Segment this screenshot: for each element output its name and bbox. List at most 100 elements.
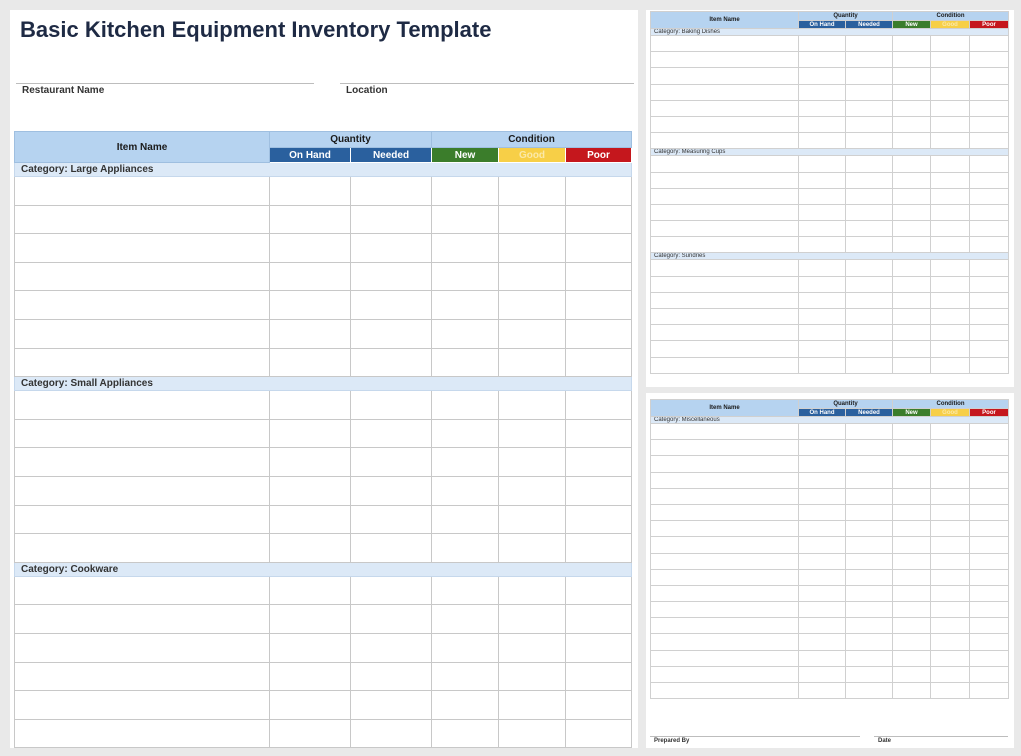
entry-cell[interactable] [930, 275, 970, 293]
entry-cell[interactable] [930, 633, 970, 651]
entry-cell[interactable] [845, 203, 893, 222]
entry-cell[interactable] [892, 307, 931, 326]
entry-cell[interactable] [930, 455, 970, 473]
entry-cell[interactable] [930, 34, 970, 53]
entry-cell[interactable] [968, 601, 1010, 619]
entry-cell[interactable] [269, 475, 351, 506]
entry-cell[interactable] [930, 340, 970, 358]
entry-cell[interactable] [930, 51, 970, 69]
entry-cell[interactable] [269, 447, 351, 477]
entry-cell[interactable] [564, 533, 633, 563]
prepared-by-line[interactable] [650, 736, 860, 737]
item-name-cell[interactable] [650, 220, 799, 238]
entry-cell[interactable] [892, 324, 931, 342]
entry-cell[interactable] [892, 649, 931, 667]
item-name-cell[interactable] [14, 718, 270, 749]
item-name-cell[interactable] [14, 604, 270, 634]
item-name-cell[interactable] [650, 340, 799, 358]
entry-cell[interactable] [798, 259, 846, 277]
item-name-cell[interactable] [650, 422, 799, 441]
entry-cell[interactable] [845, 439, 893, 457]
entry-cell[interactable] [350, 233, 432, 263]
entry-cell[interactable] [930, 601, 970, 619]
entry-cell[interactable] [564, 176, 633, 206]
item-name-cell[interactable] [14, 390, 270, 420]
entry-cell[interactable] [798, 155, 846, 173]
entry-cell[interactable] [930, 422, 970, 441]
entry-cell[interactable] [968, 83, 1010, 101]
entry-cell[interactable] [968, 67, 1010, 85]
entry-cell[interactable] [798, 439, 846, 457]
entry-cell[interactable] [798, 633, 846, 651]
entry-cell[interactable] [431, 475, 499, 506]
entry-cell[interactable] [892, 356, 931, 374]
item-name-cell[interactable] [650, 187, 799, 205]
entry-cell[interactable] [892, 155, 931, 173]
entry-cell[interactable] [930, 503, 970, 522]
entry-cell[interactable] [498, 718, 566, 749]
entry-cell[interactable] [845, 455, 893, 473]
entry-cell[interactable] [930, 115, 970, 134]
entry-cell[interactable] [269, 318, 351, 349]
entry-cell[interactable] [564, 390, 633, 420]
entry-cell[interactable] [498, 533, 566, 563]
entry-cell[interactable] [968, 220, 1010, 238]
entry-cell[interactable] [564, 504, 633, 535]
entry-cell[interactable] [930, 552, 970, 570]
entry-cell[interactable] [892, 455, 931, 473]
entry-cell[interactable] [431, 233, 499, 263]
entry-cell[interactable] [845, 649, 893, 667]
entry-cell[interactable] [498, 418, 566, 449]
entry-cell[interactable] [968, 503, 1010, 522]
entry-cell[interactable] [930, 568, 970, 586]
entry-cell[interactable] [892, 536, 931, 554]
entry-cell[interactable] [564, 575, 633, 606]
entry-cell[interactable] [892, 568, 931, 586]
entry-cell[interactable] [968, 132, 1010, 150]
entry-cell[interactable] [798, 51, 846, 69]
entry-cell[interactable] [892, 259, 931, 277]
entry-cell[interactable] [350, 176, 432, 206]
entry-cell[interactable] [498, 318, 566, 349]
entry-cell[interactable] [269, 176, 351, 206]
entry-cell[interactable] [498, 347, 566, 378]
item-name-cell[interactable] [650, 455, 799, 473]
entry-cell[interactable] [350, 447, 432, 477]
entry-cell[interactable] [798, 649, 846, 667]
location-line[interactable] [340, 83, 634, 84]
entry-cell[interactable] [350, 290, 432, 320]
item-name-cell[interactable] [650, 617, 799, 635]
entry-cell[interactable] [798, 340, 846, 358]
entry-cell[interactable] [930, 236, 970, 254]
entry-cell[interactable] [892, 340, 931, 358]
entry-cell[interactable] [564, 418, 633, 449]
entry-cell[interactable] [845, 340, 893, 358]
item-name-cell[interactable] [14, 475, 270, 506]
item-name-cell[interactable] [14, 176, 270, 206]
entry-cell[interactable] [269, 533, 351, 563]
entry-cell[interactable] [498, 632, 566, 663]
entry-cell[interactable] [930, 665, 970, 684]
entry-cell[interactable] [564, 261, 633, 292]
item-name-cell[interactable] [14, 418, 270, 449]
entry-cell[interactable] [968, 439, 1010, 457]
entry-cell[interactable] [892, 520, 931, 538]
entry-cell[interactable] [845, 132, 893, 150]
entry-cell[interactable] [892, 275, 931, 293]
entry-cell[interactable] [350, 718, 432, 749]
entry-cell[interactable] [498, 233, 566, 263]
entry-cell[interactable] [968, 99, 1010, 117]
entry-cell[interactable] [431, 290, 499, 320]
entry-cell[interactable] [930, 187, 970, 205]
entry-cell[interactable] [798, 187, 846, 205]
item-name-cell[interactable] [650, 203, 799, 222]
entry-cell[interactable] [968, 536, 1010, 554]
item-name-cell[interactable] [14, 533, 270, 563]
entry-cell[interactable] [269, 604, 351, 634]
item-name-cell[interactable] [650, 291, 799, 310]
entry-cell[interactable] [968, 552, 1010, 570]
entry-cell[interactable] [892, 584, 931, 603]
entry-cell[interactable] [968, 487, 1010, 505]
entry-cell[interactable] [269, 418, 351, 449]
entry-cell[interactable] [968, 520, 1010, 538]
